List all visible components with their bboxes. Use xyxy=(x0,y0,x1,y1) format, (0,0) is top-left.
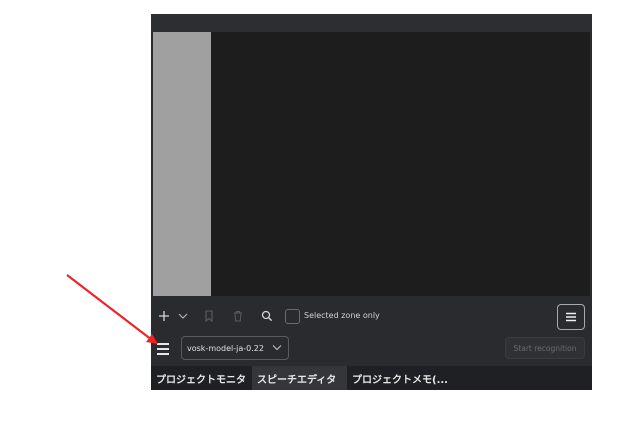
bookmark-icon[interactable] xyxy=(201,301,217,331)
hamburger-icon xyxy=(566,312,576,322)
panel-header-bar xyxy=(151,14,592,32)
tab-speech-editor[interactable]: スピーチエディタ xyxy=(252,366,347,390)
toolbar-menu-button[interactable] xyxy=(557,304,585,330)
speech-editor-panel: Selected zone only vosk-model-ja-0.22 St… xyxy=(151,14,592,390)
recognition-row: vosk-model-ja-0.22 Start recognition xyxy=(151,334,592,364)
selected-zone-checkbox[interactable] xyxy=(285,309,300,324)
model-select-value: vosk-model-ja-0.22 xyxy=(187,343,264,353)
search-icon[interactable] xyxy=(259,301,275,331)
start-recognition-button[interactable]: Start recognition xyxy=(505,337,585,359)
waveform-track-header xyxy=(153,32,211,296)
chevron-down-icon xyxy=(272,345,282,351)
model-select[interactable]: vosk-model-ja-0.22 xyxy=(181,336,289,360)
chevron-down-icon[interactable] xyxy=(175,301,191,331)
bottom-tab-bar: プロジェクトモニタ スピーチエディタ プロジェクトメモ(... xyxy=(151,366,592,390)
selected-zone-label: Selected zone only xyxy=(304,311,380,320)
tab-project-memo[interactable]: プロジェクトメモ(... xyxy=(347,366,451,390)
plus-icon[interactable] xyxy=(155,301,173,331)
recognition-menu-icon[interactable] xyxy=(157,343,169,355)
trash-icon[interactable] xyxy=(230,301,246,331)
waveform-view[interactable] xyxy=(211,32,590,296)
tab-project-monitor[interactable]: プロジェクトモニタ xyxy=(151,366,252,390)
